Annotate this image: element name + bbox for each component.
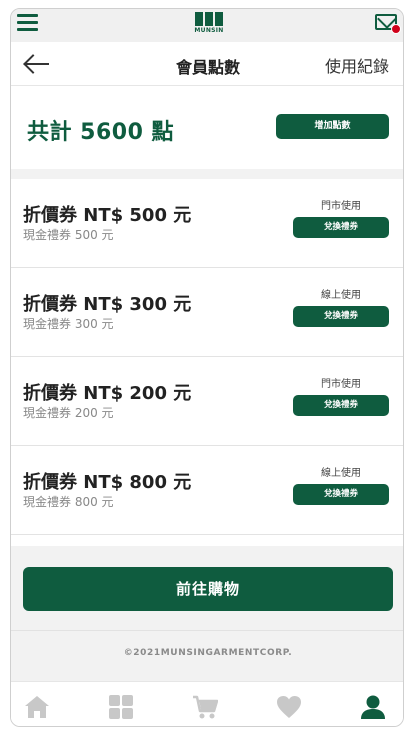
coupon-name: 折價券 NT$ 200 元 [23,383,192,404]
footer-copyright: ©2021MUNSINGARMENTCORP. [11,630,403,681]
tab-cart[interactable] [180,682,230,726]
points-summary: 共計 5600 點 增加點數 [11,86,403,169]
coupon-description: 現金禮券 200 元 [23,406,114,420]
coupon-description: 現金禮券 500 元 [23,228,114,242]
usage-history-link[interactable]: 使用紀錄 [325,53,389,77]
brand-logo[interactable]: MUNSIN [193,12,225,38]
tab-categories[interactable] [96,682,146,726]
heart-icon [277,696,301,718]
page-header: 會員點數 使用紀錄 [11,42,403,86]
notification-dot [391,24,401,34]
top-bar: MUNSIN [11,9,403,42]
coupon-usage: 線上使用 [321,468,361,479]
shop-section: 前往購物 [11,546,403,630]
coupon-description: 現金禮券 300 元 [23,317,114,331]
coupon-name: 折價券 NT$ 500 元 [23,205,192,226]
redeem-button[interactable]: 兌換禮券 [293,217,389,238]
user-icon [361,695,385,719]
points-total: 共計 5600 點 [27,120,175,145]
redeem-button[interactable]: 兌換禮券 [293,395,389,416]
coupon-usage: 門市使用 [321,201,361,212]
coupon-name: 折價券 NT$ 300 元 [23,294,192,315]
grid-icon [109,695,133,719]
coupon-item: 折價券 NT$ 500 元 現金禮券 500 元 門市使用 兌換禮券 [11,179,403,268]
brand-logo-text: MUNSIN [194,27,224,34]
coupon-name: 折價券 NT$ 800 元 [23,472,192,493]
tab-wishlist[interactable] [264,682,314,726]
section-divider [11,169,403,179]
cart-icon [193,695,218,719]
menu-icon[interactable] [17,14,38,32]
redeem-button[interactable]: 兌換禮券 [293,484,389,505]
app-frame: MUNSIN 會員點數 使用紀錄 共計 5600 點 增加點數 折價券 NT$ … [10,8,404,727]
home-icon [25,696,49,718]
coupon-usage: 線上使用 [321,290,361,301]
coupon-item: 折價券 NT$ 200 元 現金禮券 200 元 門市使用 兌換禮券 [11,357,403,446]
coupon-usage: 門市使用 [321,379,361,390]
coupon-item: 折價券 NT$ 800 元 現金禮券 800 元 線上使用 兌換禮券 [11,446,403,535]
bottom-tab-bar [11,681,403,726]
go-shopping-button[interactable]: 前往購物 [23,567,393,611]
add-points-button[interactable]: 增加點數 [276,114,389,139]
tab-home[interactable] [12,682,62,726]
redeem-button[interactable]: 兌換禮券 [293,306,389,327]
coupon-description: 現金禮券 800 元 [23,495,114,509]
mail-icon[interactable] [375,14,401,36]
tab-member[interactable] [348,682,398,726]
coupon-item: 折價券 NT$ 300 元 現金禮券 300 元 線上使用 兌換禮券 [11,268,403,357]
